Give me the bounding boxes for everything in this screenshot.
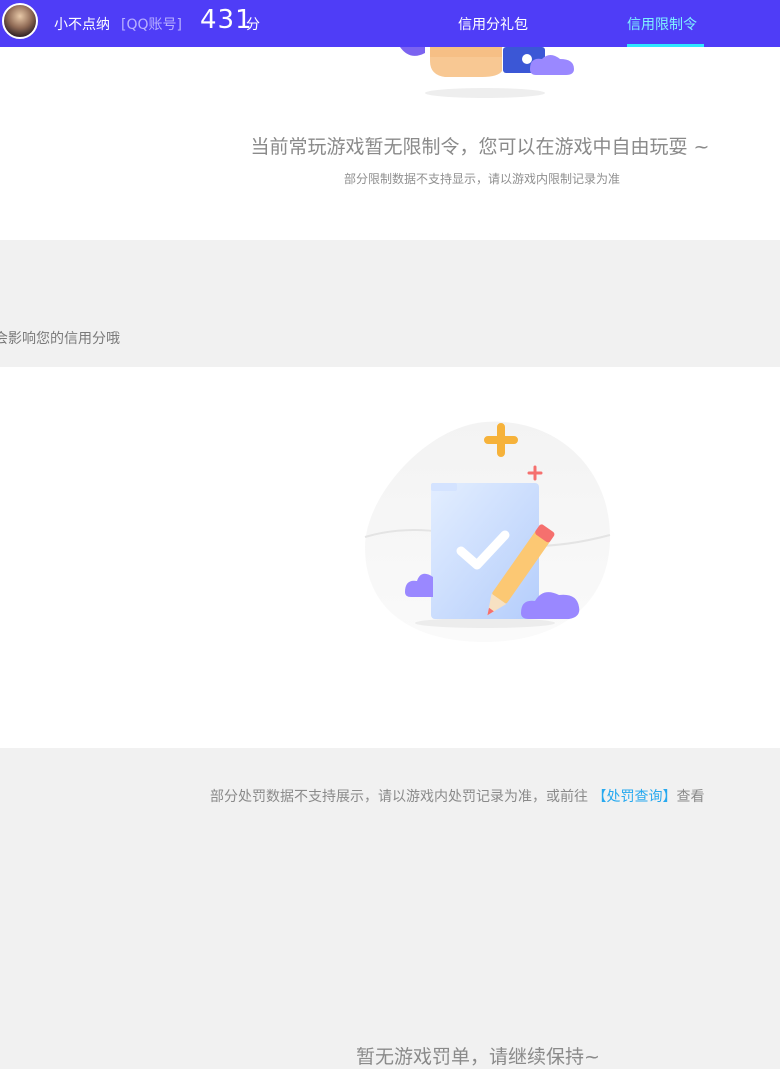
username: 小不点纳	[54, 17, 110, 33]
credit-score-unit: 分	[246, 17, 260, 33]
penalty-note-text: 部分处罚数据不支持展示，请以游戏内处罚记录为准，或前往	[210, 789, 588, 805]
credit-score: 431	[200, 5, 253, 35]
penalty-data-note: 部分处罚数据不支持展示，请以游戏内处罚记录为准，或前往 【处罚查询】查看	[210, 786, 704, 806]
limit-data-note: 部分限制数据不支持显示，请以游戏内限制记录为准	[343, 172, 620, 186]
clipboard-pencil-illustration	[364, 421, 611, 642]
penalty-panel: 暂无游戏罚单，请继续保持~	[0, 367, 780, 1068]
credit-impact-note: 会影响您的信用分哦	[0, 331, 120, 347]
hand-illustration	[400, 47, 574, 98]
tab-credit-gift[interactable]: 信用分礼包	[458, 14, 528, 34]
avatar[interactable]	[2, 3, 38, 39]
top-bar: 小不点纳 [QQ账号] 431 分 信用分礼包 信用限制令	[0, 0, 780, 47]
penalty-empty-message: 暂无游戏罚单，请继续保持~	[356, 1046, 600, 1068]
limit-panel: 当前常玩游戏暂无限制令，您可以在游戏中自由玩耍 ~ 部分限制数据不支持显示，请以…	[0, 47, 780, 240]
limit-empty-message: 当前常玩游戏暂无限制令，您可以在游戏中自由玩耍 ~	[250, 136, 710, 158]
penalty-query-link[interactable]: 【处罚查询】	[592, 789, 676, 805]
penalty-note-suffix: 查看	[676, 789, 705, 805]
tab-credit-limit[interactable]: 信用限制令	[627, 14, 697, 34]
account-type: [QQ账号]	[121, 17, 182, 33]
